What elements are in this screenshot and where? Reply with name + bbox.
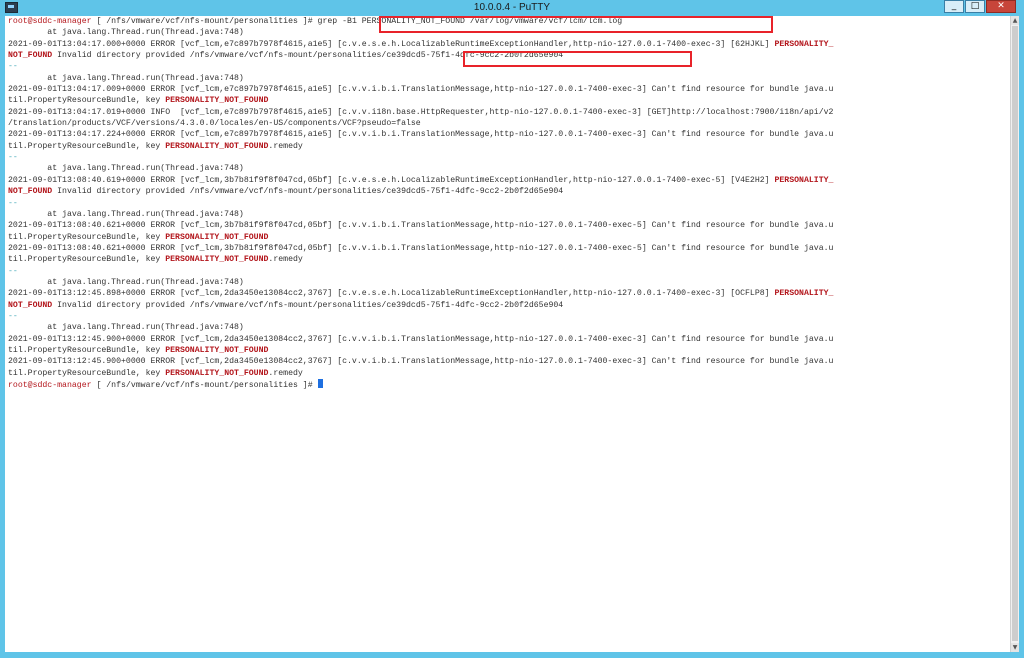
terminal-line: til.PropertyResourceBundle, key PERSONAL… [8, 254, 1008, 265]
terminal-line: 2021-09-01T13:04:17.019+0000 INFO [vcf_l… [8, 107, 1008, 118]
terminal-output[interactable]: root@sddc-manager [ /nfs/vmware/vcf/nfs-… [5, 16, 1010, 652]
log-text: Invalid directory provided /nfs/vmware/v… [52, 51, 387, 61]
log-text: .remedy [268, 368, 303, 378]
error-keyword: PERSONALITY_NOT_FOUND [165, 255, 269, 265]
log-text: at java.lang.Thread.run(Thread.java:748) [8, 164, 244, 174]
log-text: til.PropertyResourceBundle, key [8, 96, 166, 106]
terminal-line: til.PropertyResourceBundle, key PERSONAL… [8, 95, 1008, 106]
log-text: 2021-09-01T13:04:17.009+0000 ERROR [vcf_… [8, 85, 834, 95]
error-keyword: NOT_FOUND [8, 187, 53, 197]
log-text: /translation/products/VCF/versions/4.3.0… [8, 119, 421, 129]
error-keyword: PERSONALITY_NOT_FOUND [165, 141, 269, 151]
terminal-line: -- [8, 266, 1008, 277]
log-text: til.PropertyResourceBundle, key [8, 255, 166, 265]
error-keyword: NOT_FOUND [8, 300, 53, 310]
terminal-line: root@sddc-manager [ /nfs/vmware/vcf/nfs-… [8, 16, 1008, 27]
log-text: til.PropertyResourceBundle, key [8, 345, 166, 355]
scroll-thumb[interactable] [1012, 26, 1018, 641]
log-text: at java.lang.Thread.run(Thread.java:748) [8, 209, 244, 219]
terminal-line: til.PropertyResourceBundle, key PERSONAL… [8, 368, 1008, 379]
terminal-line: NOT_FOUND Invalid directory provided /nf… [8, 300, 1008, 311]
title-bar[interactable]: 10.0.0.4 - PuTTY _ □ ✕ [0, 0, 1024, 16]
log-text: at java.lang.Thread.run(Thread.java:748) [8, 28, 244, 38]
log-text: 2021-09-01T13:12:45.900+0000 ERROR [vcf_… [8, 357, 834, 367]
terminal-line: NOT_FOUND Invalid directory provided /nf… [8, 186, 1008, 197]
terminal-line: -- [8, 198, 1008, 209]
terminal-line: til.PropertyResourceBundle, key PERSONAL… [8, 232, 1008, 243]
error-keyword: PERSONALITY_NOT_FOUND [165, 96, 269, 106]
log-text: grep -B1 PERSONALITY_NOT_FOUND /var/log/… [317, 17, 623, 26]
grep-separator: -- [8, 266, 18, 276]
vertical-scrollbar[interactable]: ▲ ▼ [1010, 16, 1019, 652]
log-text: 2021-09-01T13:08:40.621+0000 ERROR [vcf_… [8, 221, 834, 231]
terminal-line: -- [8, 311, 1008, 322]
terminal-line: 2021-09-01T13:08:40.621+0000 ERROR [vcf_… [8, 243, 1008, 254]
error-keyword: PERSONALITY_NOT_FOUND [165, 232, 269, 242]
close-button[interactable]: ✕ [986, 0, 1016, 13]
log-text: .remedy [268, 255, 303, 265]
log-text: [ /nfs/vmware/vcf/nfs-mount/personalitie… [91, 381, 318, 390]
terminal-line: at java.lang.Thread.run(Thread.java:748) [8, 73, 1008, 84]
terminal-line: at java.lang.Thread.run(Thread.java:748) [8, 209, 1008, 220]
terminal-lines: root@sddc-manager [ /nfs/vmware/vcf/nfs-… [8, 16, 1008, 390]
log-text: 2021-09-01T13:04:17.000+0000 ERROR [vcf_… [8, 39, 775, 49]
terminal-line: root@sddc-manager [ /nfs/vmware/vcf/nfs-… [8, 379, 1008, 390]
log-text: til.PropertyResourceBundle, key [8, 141, 166, 151]
error-keyword: PERSONALITY_ [774, 39, 834, 49]
log-text: Invalid directory provided /nfs/vmware/v… [52, 187, 564, 197]
maximize-button[interactable]: □ [965, 0, 985, 13]
log-text: til.PropertyResourceBundle, key [8, 368, 166, 378]
error-keyword: PERSONALITY_ [774, 175, 834, 185]
log-text: 2021-09-01T13:04:17.224+0000 ERROR [vcf_… [8, 130, 834, 140]
error-keyword: PERSONALITY_NOT_FOUND [165, 345, 269, 355]
shell-prompt: root@sddc-manager [8, 17, 92, 26]
log-text: [ /nfs/vmware/vcf/nfs-mount/personalitie… [91, 17, 318, 26]
terminal-line: at java.lang.Thread.run(Thread.java:748) [8, 277, 1008, 288]
grep-separator: -- [8, 62, 18, 72]
scroll-up-arrow-icon[interactable]: ▲ [1011, 16, 1019, 25]
terminal-line: -- [8, 61, 1008, 72]
log-text: 2021-09-01T13:04:17.019+0000 INFO [vcf_l… [8, 107, 834, 117]
terminal-line: at java.lang.Thread.run(Thread.java:748) [8, 322, 1008, 333]
cursor [317, 379, 323, 388]
terminal-line: 2021-09-01T13:04:17.224+0000 ERROR [vcf_… [8, 129, 1008, 140]
terminal-line: NOT_FOUND Invalid directory provided /nf… [8, 50, 1008, 61]
terminal-line: 2021-09-01T13:08:40.619+0000 ERROR [vcf_… [8, 175, 1008, 186]
terminal-line: 2021-09-01T13:12:45.900+0000 ERROR [vcf_… [8, 334, 1008, 345]
terminal-line: 2021-09-01T13:04:17.000+0000 ERROR [vcf_… [8, 39, 1008, 50]
log-text: til.PropertyResourceBundle, key [8, 232, 166, 242]
terminal-line: til.PropertyResourceBundle, key PERSONAL… [8, 345, 1008, 356]
log-text: 2021-09-01T13:08:40.621+0000 ERROR [vcf_… [8, 243, 834, 253]
log-text: at java.lang.Thread.run(Thread.java:748) [8, 323, 244, 333]
minimize-button[interactable]: _ [944, 0, 964, 13]
window-controls: _ □ ✕ [943, 0, 1016, 15]
log-text: 2021-09-01T13:12:45.900+0000 ERROR [vcf_… [8, 334, 834, 344]
terminal-line: 2021-09-01T13:08:40.621+0000 ERROR [vcf_… [8, 220, 1008, 231]
window-title: 10.0.0.4 - PuTTY [473, 2, 551, 13]
log-text: Invalid directory provided /nfs/vmware/v… [52, 300, 564, 310]
terminal-line: /translation/products/VCF/versions/4.3.0… [8, 118, 1008, 129]
terminal-line: 2021-09-01T13:12:45.898+0000 ERROR [vcf_… [8, 288, 1008, 299]
log-text: 2021-09-01T13:12:45.898+0000 ERROR [vcf_… [8, 289, 775, 299]
log-text: 2021-09-01T13:08:40.619+0000 ERROR [vcf_… [8, 175, 775, 185]
terminal-line: at java.lang.Thread.run(Thread.java:748) [8, 163, 1008, 174]
log-text: at java.lang.Thread.run(Thread.java:748) [8, 73, 244, 83]
log-text: ce39dcd5-75f1-4dfc-9cc2-2b0f2d65e904 [386, 51, 564, 61]
terminal-line: til.PropertyResourceBundle, key PERSONAL… [8, 141, 1008, 152]
grep-separator: -- [8, 153, 18, 163]
error-keyword: PERSONALITY_ [774, 289, 834, 299]
grep-separator: -- [8, 311, 18, 321]
log-text: at java.lang.Thread.run(Thread.java:748) [8, 277, 244, 287]
terminal-line: -- [8, 152, 1008, 163]
error-keyword: NOT_FOUND [8, 51, 53, 61]
grep-separator: -- [8, 198, 18, 208]
scroll-down-arrow-icon[interactable]: ▼ [1011, 643, 1019, 652]
log-text: .remedy [268, 141, 303, 151]
putty-window: 10.0.0.4 - PuTTY _ □ ✕ root@sddc-manager… [0, 0, 1024, 658]
error-keyword: PERSONALITY_NOT_FOUND [165, 368, 269, 378]
terminal-line: 2021-09-01T13:12:45.900+0000 ERROR [vcf_… [8, 356, 1008, 367]
terminal-line: at java.lang.Thread.run(Thread.java:748) [8, 27, 1008, 38]
terminal-line: 2021-09-01T13:04:17.009+0000 ERROR [vcf_… [8, 84, 1008, 95]
shell-prompt: root@sddc-manager [8, 381, 92, 390]
